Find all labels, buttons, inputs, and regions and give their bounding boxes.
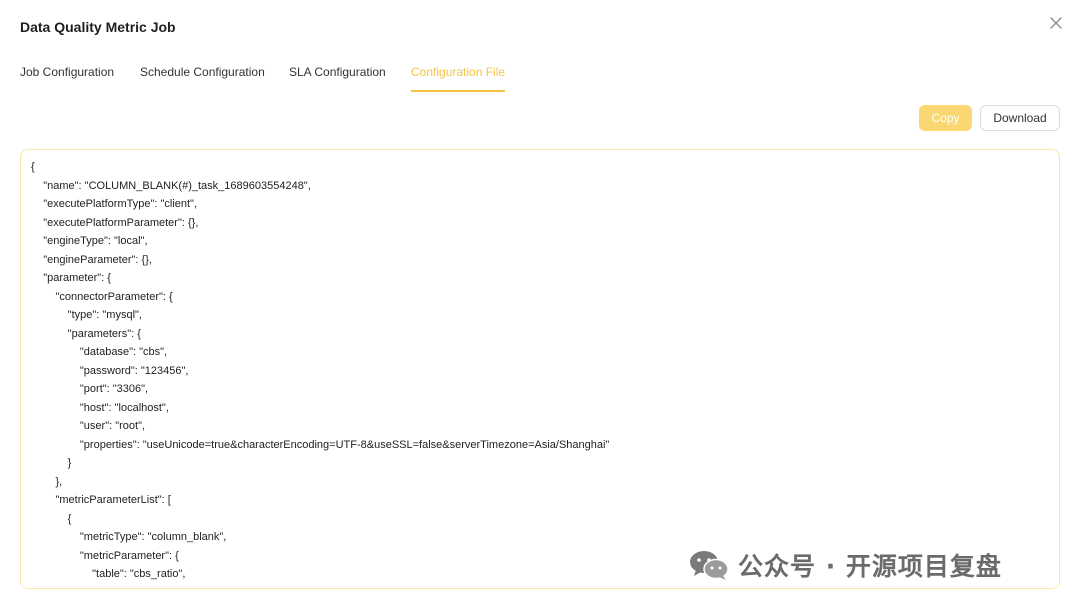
dialog-title: Data Quality Metric Job xyxy=(20,19,176,35)
code-line: "connectorParameter": { xyxy=(31,290,173,303)
configuration-dialog: Data Quality Metric Job Job Configuratio… xyxy=(0,0,1080,608)
download-button[interactable]: Download xyxy=(980,105,1060,131)
config-file-viewer[interactable]: { "name": "COLUMN_BLANK(#)_task_16896035… xyxy=(20,149,1060,589)
code-line: "password": "123456", xyxy=(31,364,189,377)
tab-schedule-configuration[interactable]: Schedule Configuration xyxy=(140,60,265,90)
code-line: "parameter": { xyxy=(31,272,111,284)
wechat-icon xyxy=(690,551,729,580)
code-line: "host": "localhost", xyxy=(31,401,169,414)
code-line: "user": "root", xyxy=(31,420,146,432)
code-line: "properties": "useUnicode=true&character… xyxy=(31,438,610,451)
tab-sla-configuration[interactable]: SLA Configuration xyxy=(289,60,386,90)
close-icon[interactable] xyxy=(1047,14,1065,32)
code-line: "metricType": "column_blank", xyxy=(31,531,227,543)
code-line: } xyxy=(31,457,72,469)
watermark: 公众号 · 开源项目复盘 xyxy=(688,548,1002,582)
code-line: "parameters": { xyxy=(31,327,141,340)
code-line: { xyxy=(31,512,72,525)
watermark-text: 公众号 · 开源项目复盘 xyxy=(738,552,1002,581)
tab-bar: Job Configuration Schedule Configuration… xyxy=(20,60,1060,92)
code-line: "engineParameter": {}, xyxy=(31,253,152,266)
code-line: "engineType": "local", xyxy=(31,235,148,247)
code-line: "executePlatformType": "client", xyxy=(31,198,198,210)
code-line: "executePlatformParameter": {}, xyxy=(31,216,199,229)
code-line: "type": "mysql", xyxy=(31,309,142,321)
code-line: "name": "COLUMN_BLANK(#)_task_1689603554… xyxy=(31,179,311,192)
code-line: "metricParameterList": [ xyxy=(31,494,171,506)
tab-configuration-file[interactable]: Configuration File xyxy=(411,60,506,92)
code-line: "database": "cbs", xyxy=(31,346,168,358)
code-line: }, xyxy=(31,475,63,488)
code-line: "port": "3306", xyxy=(31,383,149,395)
code-line: { xyxy=(31,161,35,173)
tab-job-configuration[interactable]: Job Configuration xyxy=(20,60,114,90)
copy-button[interactable]: Copy xyxy=(919,105,972,131)
config-file-code: { "name": "COLUMN_BLANK(#)_task_16896035… xyxy=(21,150,1059,584)
